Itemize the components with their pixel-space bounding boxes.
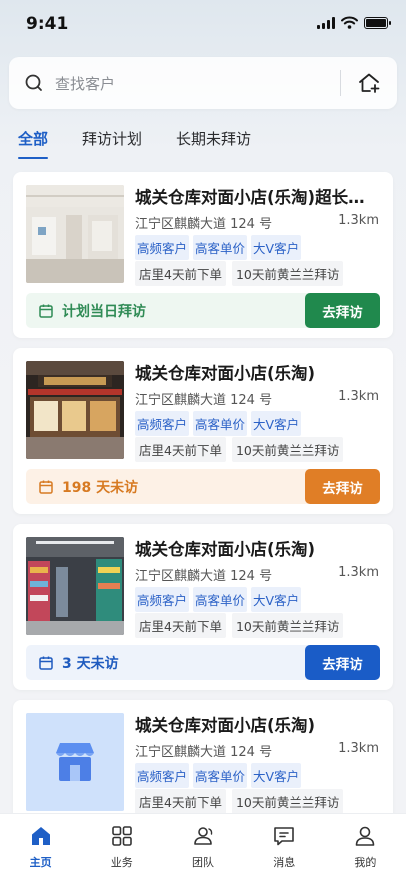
tab-messages[interactable]: 消息 <box>244 814 325 883</box>
search-input[interactable]: 查找客户 <box>55 73 340 94</box>
status-time: 9:41 <box>26 14 69 34</box>
cellular-signal-icon <box>317 16 335 29</box>
tab-label: 消息 <box>273 856 296 869</box>
order-notes: 店里4天前下单 10天前黄兰兰拜访 <box>135 437 344 462</box>
status-icons <box>317 16 391 29</box>
visit-status: 198 天未访 去拜访 <box>26 469 380 504</box>
store-address: 江宁区麒麟大道 124 号 <box>135 393 273 408</box>
tab-profile[interactable]: 我的 <box>325 814 406 883</box>
note: 店里4天前下单 <box>135 261 226 286</box>
customer-tags: 高频客户 高客单价 大V客户 <box>135 763 302 788</box>
search-icon <box>25 74 42 91</box>
store-placeholder-icon <box>26 713 124 811</box>
customer-tags: 高频客户 高客单价 大V客户 <box>135 235 302 260</box>
store-name: 城关仓库对面小店(乐淘)超长度... <box>135 188 381 207</box>
tab-team[interactable]: 团队 <box>162 814 243 883</box>
team-icon <box>194 827 213 845</box>
calendar-icon <box>39 304 53 318</box>
note: 店里4天前下单 <box>135 613 226 638</box>
tab-label: 主页 <box>29 856 52 869</box>
order-notes: 店里4天前下单 10天前黄兰兰拜访 <box>135 613 344 638</box>
store-distance: 1.3km <box>338 389 379 404</box>
tag: 大V客户 <box>251 411 302 436</box>
tab-label: 我的 <box>354 856 377 869</box>
filter-tabs: 全部 拜访计划 长期未拜访 <box>18 128 251 159</box>
tag: 高频客户 <box>135 763 190 788</box>
tag: 大V客户 <box>251 235 302 260</box>
visit-status-text: 198 天未访 <box>62 479 139 496</box>
message-icon <box>274 827 295 846</box>
tab-label: 团队 <box>192 856 214 869</box>
tab-long-unvisited[interactable]: 长期未拜访 <box>176 128 251 159</box>
tag: 高客单价 <box>193 411 248 436</box>
visit-button[interactable]: 去拜访 <box>305 469 380 504</box>
note: 10天前黄兰兰拜访 <box>231 613 344 638</box>
customer-card[interactable]: 城关仓库对面小店(乐淘) 江宁区麒麟大道 124 号 1.3km 高频客户 高客… <box>13 348 393 514</box>
store-photo <box>26 185 124 283</box>
store-name: 城关仓库对面小店(乐淘) <box>135 540 316 559</box>
wifi-icon <box>341 16 358 29</box>
customer-card[interactable]: 城关仓库对面小店(乐淘) 江宁区麒麟大道 124 号 1.3km 高频客户 高客… <box>13 524 393 690</box>
note: 10天前黄兰兰拜访 <box>231 789 344 814</box>
visit-status: 计划当日拜访 去拜访 <box>26 293 380 328</box>
tab-business[interactable]: 业务 <box>81 814 162 883</box>
order-notes: 店里4天前下单 10天前黄兰兰拜访 <box>135 789 344 814</box>
visit-status: 3 天未访 去拜访 <box>26 645 380 680</box>
calendar-icon <box>39 480 53 494</box>
note: 店里4天前下单 <box>135 437 226 462</box>
calendar-icon <box>39 656 53 670</box>
tag: 高客单价 <box>193 763 248 788</box>
tab-all[interactable]: 全部 <box>18 128 49 159</box>
bottom-tab-bar: 主页 业务 团队 消息 我的 <box>0 813 406 883</box>
store-photo <box>26 361 124 459</box>
grid-icon <box>111 826 132 846</box>
home-icon <box>31 827 50 845</box>
tab-visit-plan[interactable]: 拜访计划 <box>82 128 142 159</box>
store-photo-placeholder <box>26 713 124 811</box>
store-name: 城关仓库对面小店(乐淘) <box>135 364 316 383</box>
store-address: 江宁区麒麟大道 124 号 <box>135 569 273 584</box>
search-bar[interactable]: 查找客户 <box>9 57 397 109</box>
note: 10天前黄兰兰拜访 <box>231 261 344 286</box>
tag: 高频客户 <box>135 587 190 612</box>
store-distance: 1.3km <box>338 213 379 228</box>
store-photo <box>26 537 124 635</box>
customer-tags: 高频客户 高客单价 大V客户 <box>135 411 302 436</box>
tag: 高客单价 <box>193 587 248 612</box>
customer-card[interactable]: 城关仓库对面小店(乐淘)超长度... 江宁区麒麟大道 124 号 1.3km 高… <box>13 172 393 338</box>
visit-button[interactable]: 去拜访 <box>305 293 380 328</box>
order-notes: 店里4天前下单 10天前黄兰兰拜访 <box>135 261 344 286</box>
visit-button[interactable]: 去拜访 <box>305 645 380 680</box>
add-store-button[interactable] <box>341 57 397 109</box>
profile-icon <box>356 826 375 846</box>
customer-tags: 高频客户 高客单价 大V客户 <box>135 587 302 612</box>
battery-icon <box>364 16 391 29</box>
store-distance: 1.3km <box>338 741 379 756</box>
store-distance: 1.3km <box>338 565 379 580</box>
tag: 高频客户 <box>135 235 190 260</box>
visit-status-text: 3 天未访 <box>62 655 119 672</box>
tab-label: 业务 <box>110 856 133 869</box>
tag: 高频客户 <box>135 411 190 436</box>
tag: 大V客户 <box>251 587 302 612</box>
note: 10天前黄兰兰拜访 <box>231 437 344 462</box>
tag: 大V客户 <box>251 763 302 788</box>
tab-home[interactable]: 主页 <box>0 814 81 883</box>
note: 店里4天前下单 <box>135 789 226 814</box>
store-name: 城关仓库对面小店(乐淘) <box>135 716 316 735</box>
tag: 高客单价 <box>193 235 248 260</box>
visit-status-text: 计划当日拜访 <box>62 303 146 320</box>
add-store-icon <box>359 73 380 93</box>
status-bar: 9:41 <box>0 0 406 48</box>
store-address: 江宁区麒麟大道 124 号 <box>135 745 273 760</box>
store-address: 江宁区麒麟大道 124 号 <box>135 217 273 232</box>
